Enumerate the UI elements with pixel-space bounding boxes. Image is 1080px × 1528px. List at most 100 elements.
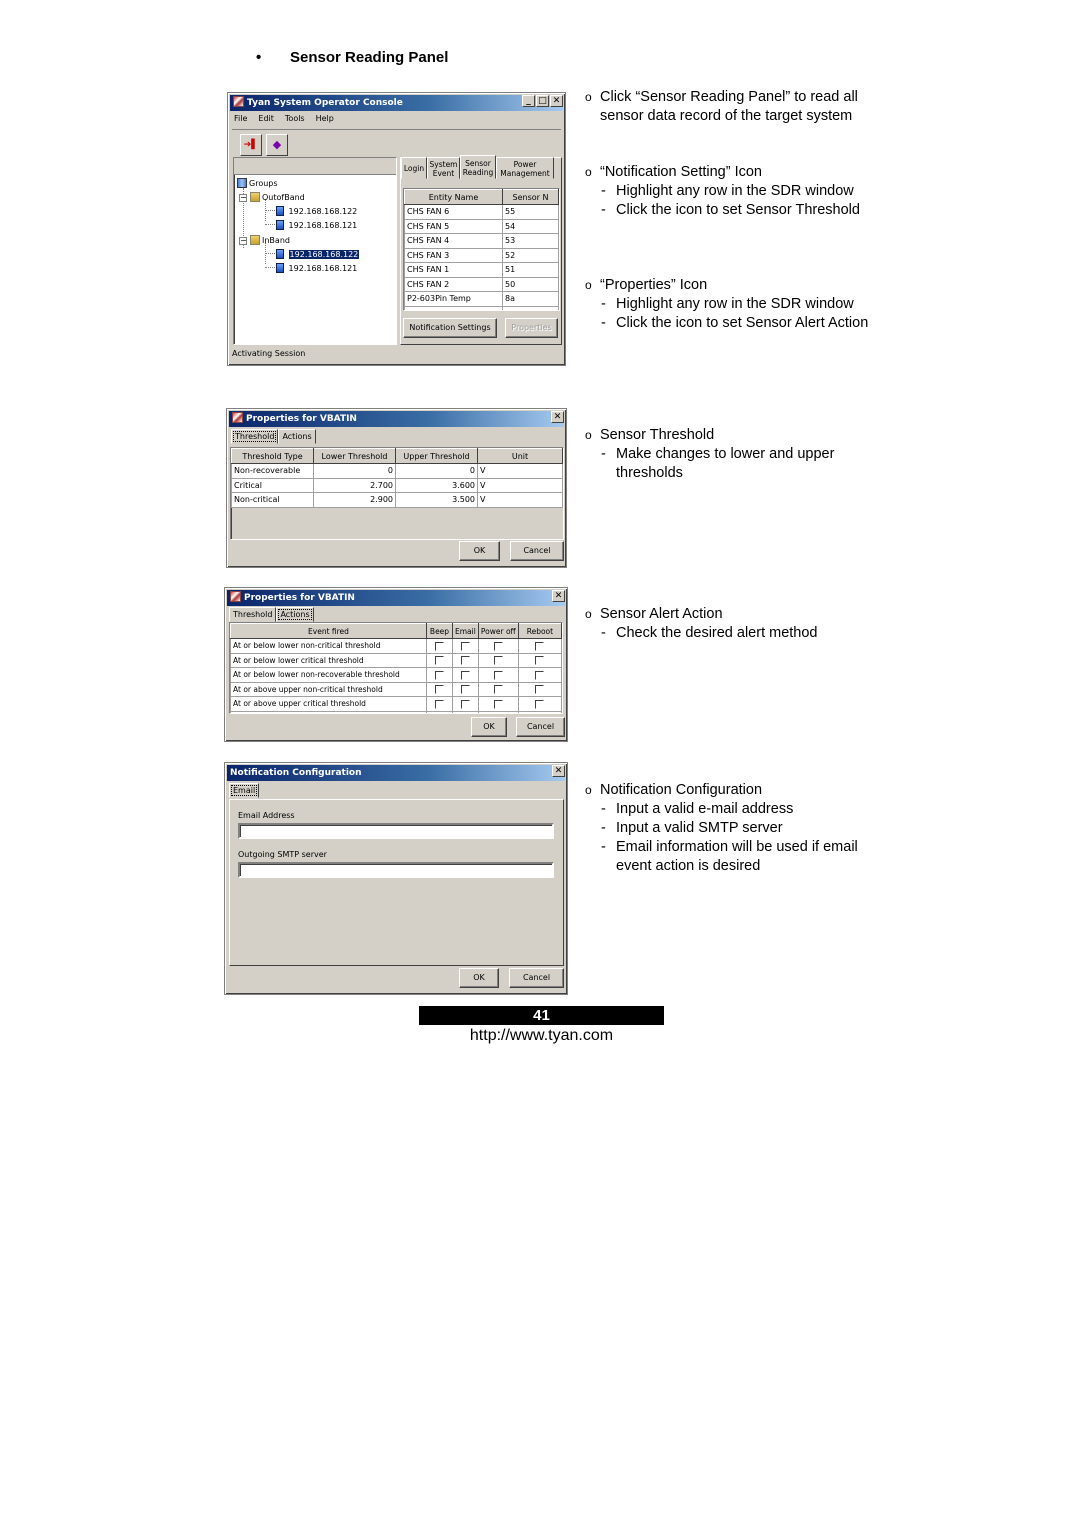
console-titlebar[interactable]: Tyan System Operator Console <box>230 95 563 111</box>
column-header-entity-name[interactable]: Entity Name <box>404 189 503 205</box>
sdr-row[interactable]: P1-603Pin Temp89 <box>404 305 559 310</box>
help-button[interactable]: ◆ <box>266 134 288 156</box>
notification-settings-button[interactable]: Notification Settings <box>403 318 497 338</box>
column-header-unit[interactable]: Unit <box>477 448 563 464</box>
email-checkbox[interactable] <box>460 641 470 651</box>
menu-file[interactable]: File <box>234 114 247 123</box>
lower-threshold-cell[interactable]: 2.900 <box>313 492 396 508</box>
column-header-reboot[interactable]: Reboot <box>517 623 562 639</box>
note-sensor-threshold: o Sensor Threshold - Make changes to lower… <box>585 427 835 481</box>
close-button[interactable]: ✕ <box>550 95 563 107</box>
beep-checkbox[interactable] <box>435 685 444 694</box>
close-button[interactable]: ✕ <box>552 590 565 602</box>
threshold-row[interactable]: Critical 2.700 3.600 V <box>231 477 563 493</box>
tab-threshold[interactable]: Threshold <box>229 607 277 622</box>
actions-dialog-titlebar[interactable]: Properties for VBATIN <box>227 590 565 606</box>
beep-checkbox[interactable] <box>435 641 444 651</box>
cancel-button[interactable]: Cancel <box>510 541 564 561</box>
column-header-power-off[interactable]: Power off <box>477 623 519 639</box>
close-button[interactable]: ✕ <box>552 765 565 777</box>
power-off-checkbox[interactable] <box>493 699 503 709</box>
reboot-checkbox[interactable] <box>535 699 545 709</box>
collapse-icon[interactable]: − <box>239 237 247 245</box>
minimize-button[interactable]: _ <box>522 95 535 107</box>
column-header-event-fired[interactable]: Event fired <box>230 623 427 639</box>
sdr-row[interactable]: CHS FAN 2 50 <box>404 276 559 292</box>
column-header-beep[interactable]: Beep <box>426 623 453 639</box>
tab-sensor-reading[interactable]: Sensor Reading <box>460 155 496 179</box>
tab-actions[interactable]: Actions <box>276 607 314 622</box>
maximize-button[interactable]: □ <box>536 95 549 107</box>
properties-button[interactable]: Properties <box>505 318 558 338</box>
email-checkbox[interactable] <box>460 656 470 665</box>
column-header-email[interactable]: Email <box>452 623 479 639</box>
action-row: At or below lower non-critical threshold <box>230 638 562 654</box>
lower-threshold-cell[interactable]: 2.700 <box>313 477 396 493</box>
threshold-row[interactable]: Non-critical 2.900 3.500 V <box>231 492 563 508</box>
page-number: 41 <box>419 1006 664 1025</box>
tree-group-inband[interactable]: − InBand <box>239 235 290 246</box>
column-header-threshold-type[interactable]: Threshold Type <box>231 448 314 464</box>
footer-url[interactable]: http://www.tyan.com <box>419 1027 664 1045</box>
tree-group-outofband[interactable]: − OutofBand <box>239 192 305 203</box>
column-header-upper-threshold[interactable]: Upper Threshold <box>395 448 478 464</box>
collapse-icon[interactable]: − <box>239 194 247 202</box>
smtp-server-input[interactable] <box>238 862 554 878</box>
power-off-checkbox[interactable] <box>493 656 503 665</box>
sdr-row[interactable]: P2-603Pin Temp 8a <box>404 291 559 307</box>
email-checkbox[interactable] <box>460 685 470 694</box>
menu-help[interactable]: Help <box>316 114 334 123</box>
notification-dialog-titlebar[interactable]: Notification Configuration <box>227 765 565 781</box>
power-off-checkbox[interactable] <box>493 685 503 694</box>
tree-host-selected[interactable]: 192.168.168.122 <box>276 249 360 260</box>
lower-threshold-cell[interactable]: 0 <box>313 463 396 479</box>
threshold-row[interactable]: Non-recoverable 0 0 V <box>231 463 563 479</box>
ok-button[interactable]: OK <box>459 541 500 561</box>
tree-host[interactable]: 192.168.168.121 <box>276 220 357 231</box>
email-checkbox[interactable] <box>460 670 470 680</box>
upper-threshold-cell[interactable]: 3.600 <box>395 477 478 493</box>
threshold-table: Threshold Type Lower Threshold Upper Thr… <box>230 447 564 540</box>
tab-actions[interactable]: Actions <box>278 429 316 444</box>
sdr-row[interactable]: CHS FAN 3 52 <box>404 247 559 263</box>
unit-cell: V <box>477 477 563 493</box>
menu-tools[interactable]: Tools <box>285 114 305 123</box>
tab-email[interactable]: Email <box>229 783 260 798</box>
menu-edit[interactable]: Edit <box>258 114 274 123</box>
tab-power-management[interactable]: Power Management <box>496 157 554 179</box>
beep-checkbox[interactable] <box>435 699 444 709</box>
beep-checkbox[interactable] <box>435 656 444 665</box>
reboot-checkbox[interactable] <box>535 641 545 651</box>
ok-button[interactable]: OK <box>471 717 507 737</box>
email-address-input[interactable] <box>238 823 554 839</box>
power-off-checkbox[interactable] <box>493 641 503 651</box>
email-checkbox[interactable] <box>460 699 470 709</box>
sdr-row[interactable]: CHS FAN 4 53 <box>404 233 559 249</box>
column-header-lower-threshold[interactable]: Lower Threshold <box>313 448 396 464</box>
reboot-checkbox[interactable] <box>535 685 545 694</box>
exit-button[interactable]: ➔▌ <box>240 134 262 156</box>
cancel-button[interactable]: Cancel <box>509 968 564 988</box>
upper-threshold-cell[interactable]: 0 <box>395 463 478 479</box>
tab-threshold[interactable]: Threshold <box>231 429 279 444</box>
upper-threshold-cell[interactable]: 3.500 <box>395 492 478 508</box>
tree-host[interactable]: 192.168.168.122 <box>276 206 357 217</box>
threshold-dialog-titlebar[interactable]: Properties for VBATIN <box>229 411 564 427</box>
console-tab-panel: Login System Event Sensor Reading Power … <box>400 155 562 345</box>
tab-login[interactable]: Login <box>401 157 427 179</box>
cancel-button[interactable]: Cancel <box>516 717 565 737</box>
ok-button[interactable]: OK <box>459 968 499 988</box>
tree-host[interactable]: 192.168.168.121 <box>276 263 357 274</box>
reboot-checkbox[interactable] <box>535 656 545 665</box>
beep-checkbox[interactable] <box>435 670 444 680</box>
column-header-sensor-number[interactable]: Sensor N <box>502 189 559 205</box>
power-off-checkbox[interactable] <box>493 670 503 680</box>
sdr-row[interactable]: CHS FAN 6 55 <box>404 204 559 220</box>
reboot-checkbox[interactable] <box>535 670 545 680</box>
threshold-type-cell: Non-critical <box>231 492 314 508</box>
tab-system-event[interactable]: System Event <box>427 157 460 179</box>
sdr-row[interactable]: CHS FAN 1 51 <box>404 262 559 278</box>
close-button[interactable]: ✕ <box>551 411 564 423</box>
tree-root-groups[interactable]: Groups <box>237 178 278 189</box>
sdr-row[interactable]: CHS FAN 5 54 <box>404 218 559 234</box>
